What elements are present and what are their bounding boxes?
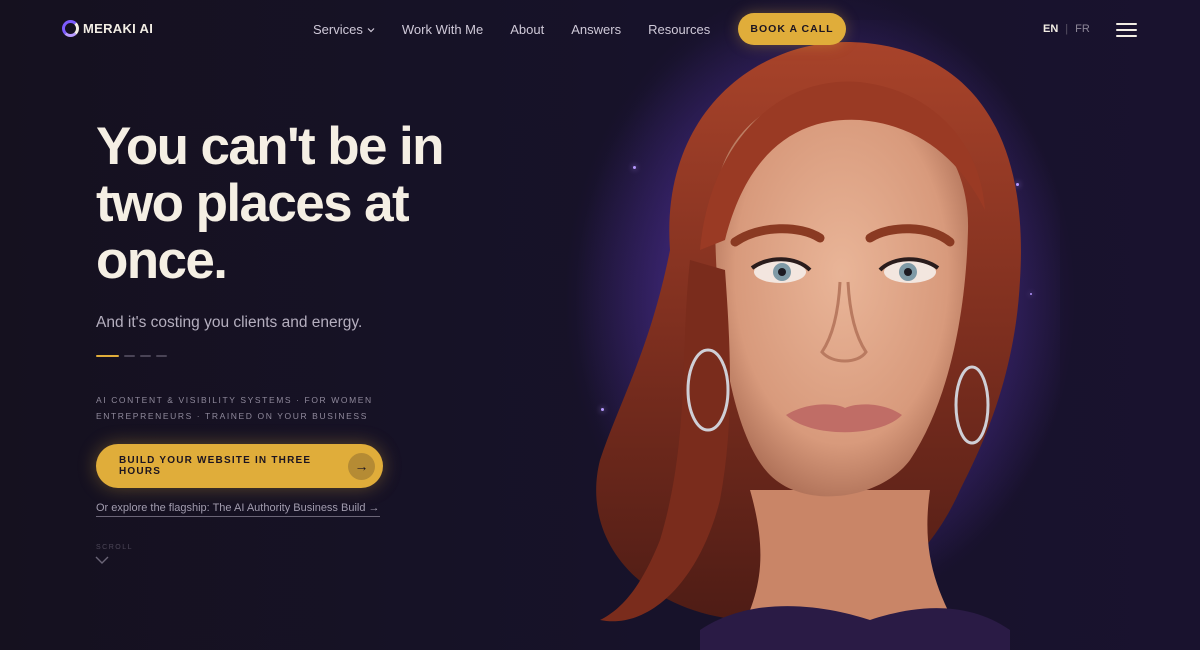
hero-portrait-image xyxy=(575,20,1060,650)
brand-name: MERAKI AI xyxy=(83,21,154,36)
headline-line: You can't be in xyxy=(96,117,444,176)
nav-link-answers[interactable]: Answers xyxy=(571,22,621,37)
slide-dash[interactable] xyxy=(140,355,151,357)
slide-indicator xyxy=(96,355,167,357)
hamburger-menu-icon[interactable] xyxy=(1116,23,1137,37)
ring-logo-icon xyxy=(62,20,79,37)
headline-line: once. xyxy=(96,231,228,290)
nav-link-label: Answers xyxy=(571,22,622,37)
language-option-en[interactable]: EN xyxy=(1043,23,1058,35)
nav-link-label: About xyxy=(510,22,545,37)
nav-link-label: Services xyxy=(313,22,363,37)
eyebrow-line: AI CONTENT & VISIBILITY SYSTEMS · FOR WO… xyxy=(96,395,373,405)
nav-link-resources[interactable]: Resources xyxy=(648,22,710,37)
chevron-down-icon xyxy=(367,27,375,32)
slide-dash[interactable] xyxy=(124,355,135,357)
top-navigation: MERAKI AI Services Work With Me About An… xyxy=(0,0,1200,60)
nav-link-services[interactable]: Services xyxy=(313,22,375,37)
hero-subheading: And it's costing you clients and energy. xyxy=(96,314,363,331)
language-separator: | xyxy=(1065,23,1069,35)
language-switcher: EN | FR xyxy=(1043,23,1090,35)
nav-link-label: Work With Me xyxy=(401,22,484,37)
scroll-label: SCROLL xyxy=(96,544,134,551)
slide-dash[interactable] xyxy=(156,355,167,357)
nav-link-work-with-me[interactable]: Work With Me xyxy=(402,22,483,37)
book-call-button[interactable]: BOOK A CALL xyxy=(738,13,846,45)
brand-logo[interactable]: MERAKI AI xyxy=(62,20,153,37)
build-website-button[interactable]: BUILD YOUR WEBSITE IN THREE HOURS → xyxy=(96,444,383,488)
slide-dash-active[interactable] xyxy=(96,355,119,357)
arrow-right-icon: → xyxy=(348,452,375,480)
eyebrow-line: ENTREPRENEURS · TRAINED ON YOUR BUSINESS xyxy=(96,411,368,421)
hero-eyebrow: AI CONTENT & VISIBILITY SYSTEMS · FOR WO… xyxy=(96,392,396,424)
build-website-button-label: BUILD YOUR WEBSITE IN THREE HOURS xyxy=(119,455,312,477)
explore-flagship-link[interactable]: Or explore the flagship: The AI Authorit… xyxy=(96,502,380,517)
hero-headline: You can't be in two places at once. xyxy=(96,118,476,289)
language-option-fr[interactable]: FR xyxy=(1075,23,1090,35)
nav-link-label: Resources xyxy=(648,22,711,37)
nav-link-about[interactable]: About xyxy=(510,22,544,37)
nav-links: Services Work With Me About Answers Reso… xyxy=(313,22,737,37)
chevron-down-icon[interactable] xyxy=(95,555,109,565)
headline-line: two places at xyxy=(96,174,410,233)
